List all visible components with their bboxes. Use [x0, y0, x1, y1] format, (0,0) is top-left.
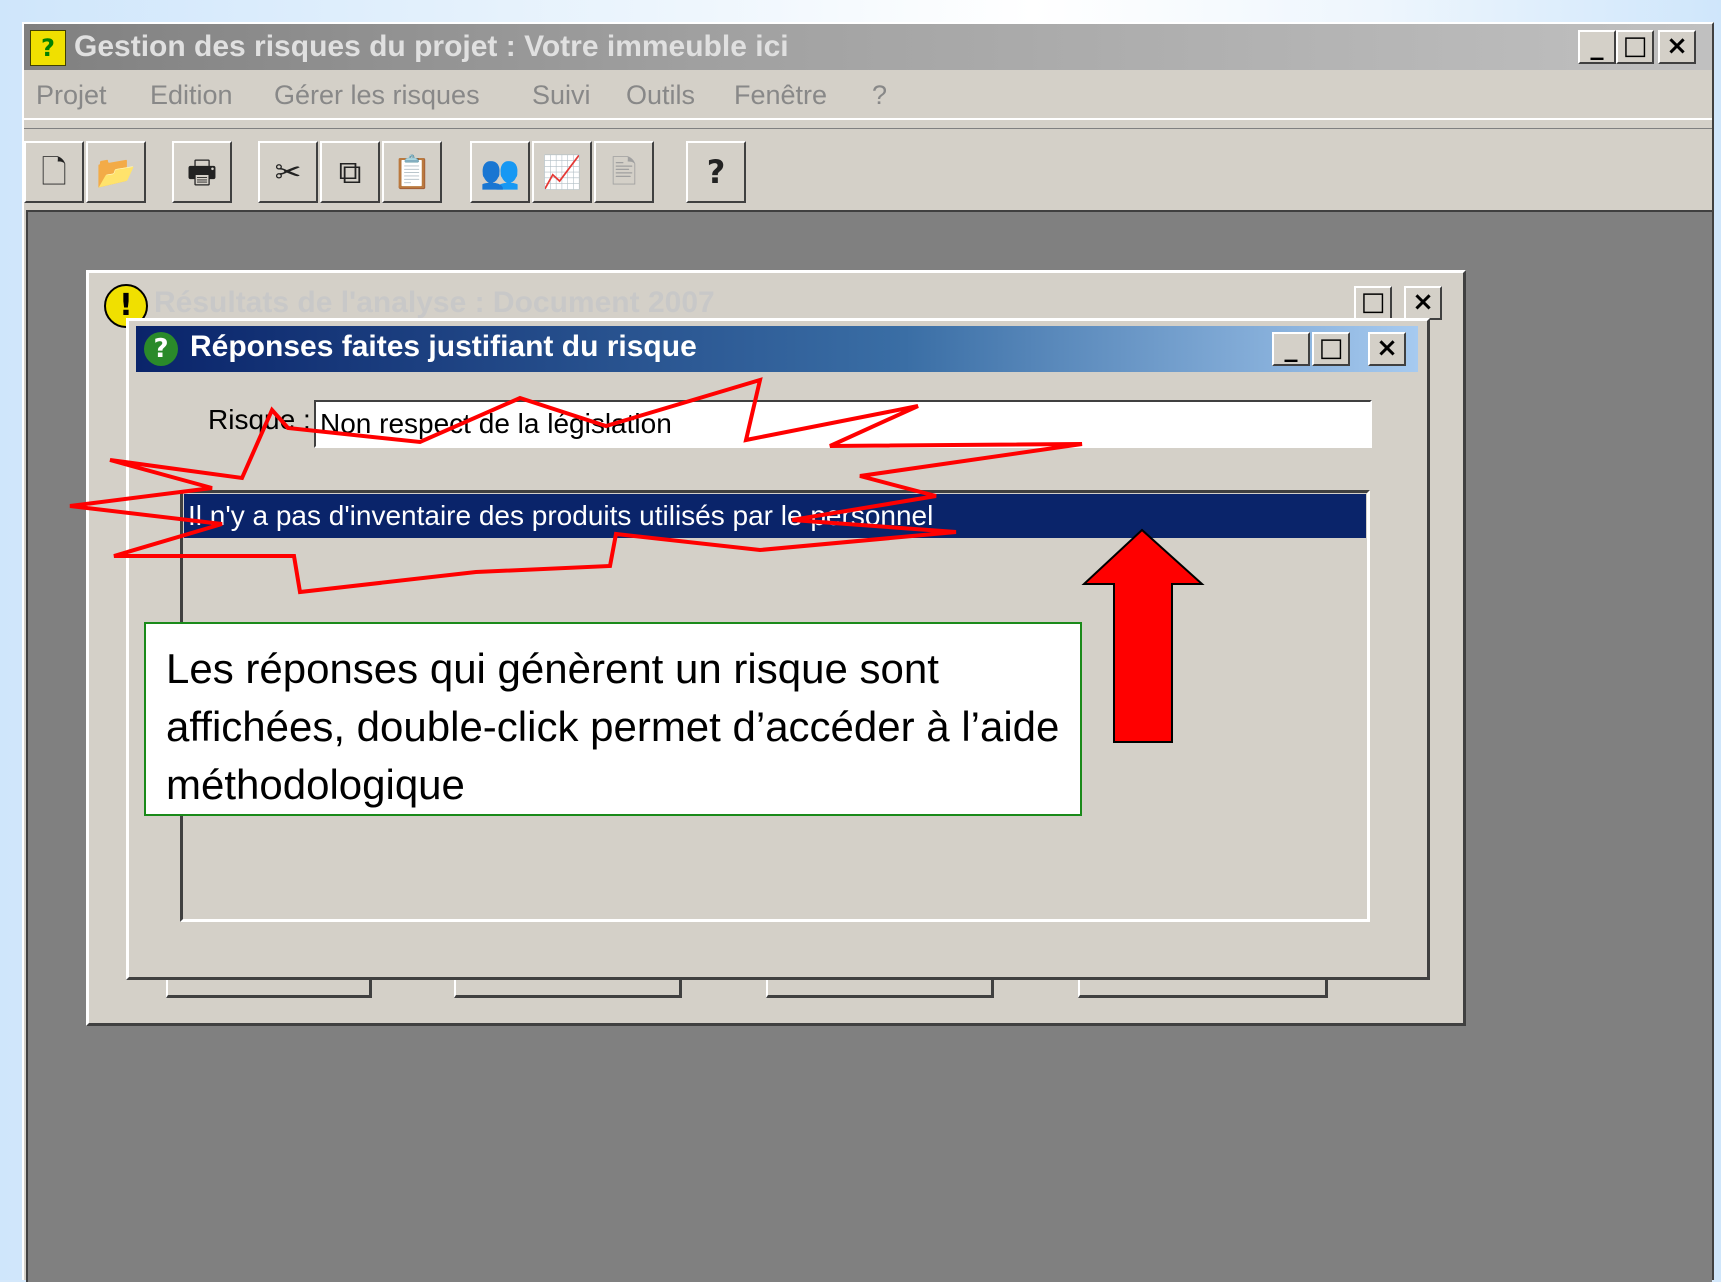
app-maximize-button[interactable]: □: [1616, 30, 1654, 64]
background-window-title: Résultats de l'analyse : Document 2007: [154, 286, 715, 319]
background-close-button[interactable]: ×: [1404, 286, 1442, 320]
report-icon[interactable]: 🖹: [594, 141, 654, 203]
menu-help[interactable]: ?: [872, 80, 887, 111]
list-item[interactable]: Il n'y a pas d'inventaire des produits u…: [184, 494, 1366, 538]
menu-edition[interactable]: Edition: [150, 80, 233, 111]
print-icon[interactable]: 🖶: [172, 141, 232, 203]
dialog-title: Réponses faites justifiant du risque: [190, 330, 697, 363]
app-titlebar: ? Gestion des risques du projet : Votre …: [24, 24, 1712, 70]
paste-icon[interactable]: 📋: [382, 141, 442, 203]
app-icon: ?: [30, 30, 66, 66]
copy-icon[interactable]: ⧉: [320, 141, 380, 203]
menu-projet[interactable]: Projet: [36, 80, 107, 111]
annotation-callout: Les réponses qui génèrent un risque sont…: [144, 622, 1082, 816]
dialog-close-button[interactable]: ×: [1368, 332, 1406, 366]
menu-outils[interactable]: Outils: [626, 80, 695, 111]
people-icon[interactable]: 👥: [470, 141, 530, 203]
toolbar: 🗋 📂 🖶 ✂ ⧉ 📋 👥 📈 🖹 ?: [24, 128, 1712, 209]
menu-suivi[interactable]: Suivi: [532, 80, 591, 111]
open-folder-icon[interactable]: 📂: [86, 141, 146, 203]
help-icon[interactable]: ?: [686, 141, 746, 203]
menu-fenetre[interactable]: Fenêtre: [734, 80, 827, 111]
app-close-button[interactable]: ×: [1658, 30, 1696, 64]
question-icon: ?: [144, 332, 178, 366]
dialog-minimize-button[interactable]: _: [1272, 332, 1310, 366]
risque-field[interactable]: Non respect de la législation: [314, 400, 1372, 448]
menubar: Projet Edition Gérer les risques Suivi O…: [24, 74, 1712, 120]
dialog-maximize-button[interactable]: □: [1312, 332, 1350, 366]
app-minimize-button[interactable]: _: [1578, 30, 1616, 64]
chart-icon[interactable]: 📈: [532, 141, 592, 203]
app-title: Gestion des risques du projet : Votre im…: [74, 30, 789, 63]
new-document-icon[interactable]: 🗋: [24, 141, 84, 203]
menu-gerer-risques[interactable]: Gérer les risques: [274, 80, 480, 111]
background-maximize-button[interactable]: □: [1354, 286, 1392, 320]
risque-label: Risque :: [208, 404, 311, 435]
cut-icon[interactable]: ✂: [258, 141, 318, 203]
